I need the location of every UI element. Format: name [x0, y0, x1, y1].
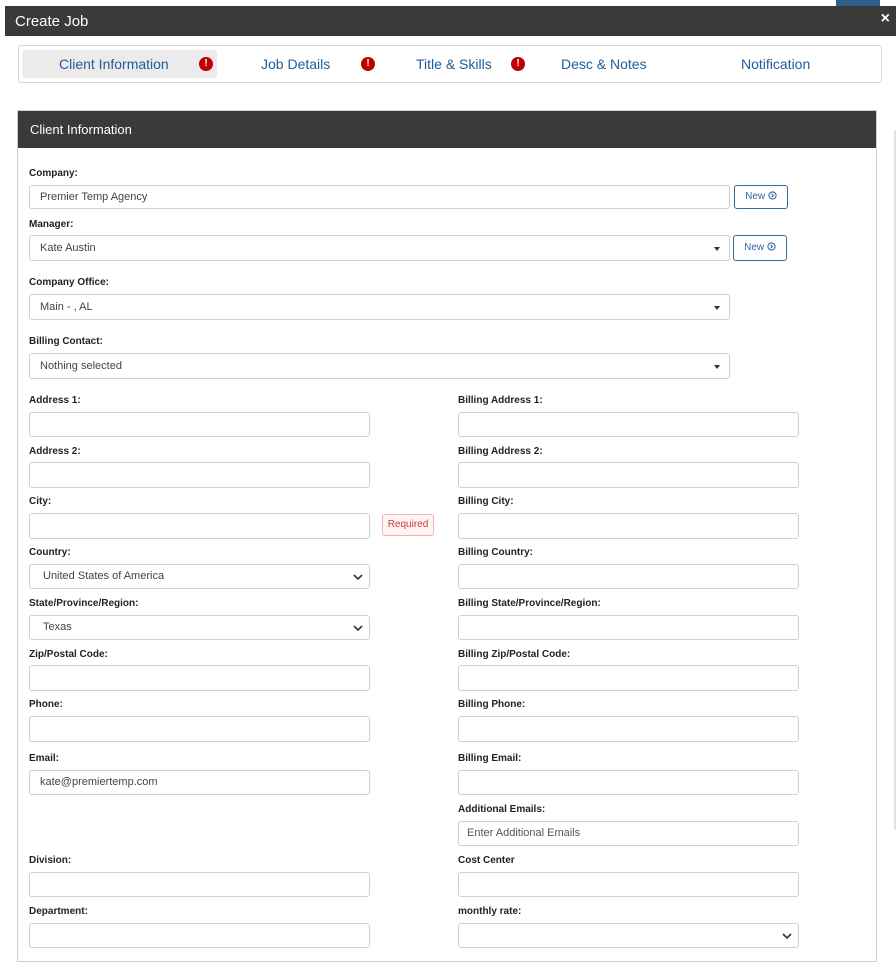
company-label: Company:	[29, 168, 78, 179]
email-label: Email:	[29, 753, 60, 764]
billing-state-label: Billing State/Province/Region:	[458, 598, 601, 609]
billing-address1-label: Billing Address 1:	[458, 395, 543, 406]
state-select[interactable]: Texas	[29, 615, 370, 640]
close-icon[interactable]: ×	[881, 10, 890, 28]
alert-badge-icon: !	[199, 57, 213, 71]
required-tooltip: Required	[382, 514, 434, 536]
city-input[interactable]	[29, 513, 370, 539]
billing-email-input[interactable]	[458, 770, 799, 795]
address1-input[interactable]	[29, 412, 370, 437]
address1-label: Address 1:	[29, 395, 81, 406]
division-label: Division:	[29, 855, 72, 866]
tab-label: Job Details	[261, 56, 331, 72]
email-value: kate@premiertemp.com	[40, 776, 158, 788]
department-input[interactable]	[29, 923, 370, 948]
plus-circle-icon	[768, 191, 777, 200]
billing-address1-input[interactable]	[458, 412, 799, 437]
tab-label: Notification	[741, 56, 811, 72]
address2-input[interactable]	[29, 462, 370, 488]
tab-bar: Client Information ! Job Details ! Title…	[18, 45, 882, 83]
manager-value: Kate Austin	[40, 242, 96, 254]
cost-center-input[interactable]	[458, 872, 799, 897]
billing-contact-value: Nothing selected	[40, 360, 122, 372]
phone-label: Phone:	[29, 699, 63, 710]
billing-city-input[interactable]	[458, 513, 799, 539]
new-label: New	[745, 191, 766, 202]
company-office-select[interactable]: Main - , AL	[29, 294, 730, 320]
billing-contact-select[interactable]: Nothing selected	[29, 353, 730, 379]
tab-notification[interactable]: Notification	[741, 50, 841, 78]
country-label: Country:	[29, 547, 71, 558]
billing-phone-label: Billing Phone:	[458, 699, 526, 710]
chevron-down-icon	[353, 625, 363, 632]
cost-center-label: Cost Center	[458, 855, 515, 866]
tab-client-information[interactable]: Client Information !	[22, 50, 217, 78]
chevron-down-icon	[353, 574, 363, 581]
caret-down-icon	[714, 365, 720, 369]
dialog-titlebar: Create Job ×	[5, 6, 896, 36]
new-company-button[interactable]: New	[734, 185, 788, 209]
panel-header: Client Information	[18, 111, 876, 148]
tab-job-details[interactable]: Job Details !	[259, 50, 384, 78]
billing-zip-input[interactable]	[458, 665, 799, 691]
city-label: City:	[29, 496, 52, 507]
chevron-down-icon	[782, 933, 792, 940]
billing-country-input[interactable]	[458, 564, 799, 589]
state-value: Texas	[43, 621, 72, 633]
country-select[interactable]: United States of America	[29, 564, 370, 589]
plus-circle-icon	[767, 242, 776, 251]
monthly-rate-label: monthly rate:	[458, 906, 522, 917]
tab-title-skills[interactable]: Title & Skills !	[414, 50, 534, 78]
company-office-value: Main - , AL	[40, 301, 93, 313]
new-manager-button[interactable]: New	[733, 235, 787, 261]
country-value: United States of America	[43, 570, 165, 582]
department-label: Department:	[29, 906, 88, 917]
company-value: Premier Temp Agency	[40, 191, 148, 203]
division-input[interactable]	[29, 872, 370, 897]
billing-state-input[interactable]	[458, 615, 799, 640]
billing-contact-label: Billing Contact:	[29, 336, 103, 347]
billing-address2-label: Billing Address 2:	[458, 446, 543, 457]
panel-title: Client Information	[30, 122, 132, 137]
tab-label: Client Information	[59, 56, 169, 72]
manager-select[interactable]: Kate Austin	[29, 235, 730, 261]
zip-input[interactable]	[29, 665, 370, 691]
billing-email-label: Billing Email:	[458, 753, 522, 764]
manager-label: Manager:	[29, 219, 74, 230]
state-label: State/Province/Region:	[29, 598, 139, 609]
billing-country-label: Billing Country:	[458, 547, 533, 558]
monthly-rate-select[interactable]	[458, 923, 799, 948]
phone-input[interactable]	[29, 716, 370, 742]
tab-label: Desc & Notes	[561, 56, 647, 72]
additional-emails-placeholder: Enter Additional Emails	[467, 827, 581, 839]
additional-emails-input[interactable]: Enter Additional Emails	[458, 821, 799, 846]
additional-emails-label: Additional Emails:	[458, 804, 546, 815]
address2-label: Address 2:	[29, 446, 81, 457]
alert-badge-icon: !	[361, 57, 375, 71]
billing-address2-input[interactable]	[458, 462, 799, 488]
tab-desc-notes[interactable]: Desc & Notes	[561, 50, 661, 78]
billing-phone-input[interactable]	[458, 716, 799, 742]
new-label: New	[744, 242, 765, 253]
zip-label: Zip/Postal Code:	[29, 649, 108, 660]
billing-city-label: Billing City:	[458, 496, 514, 507]
alert-badge-icon: !	[511, 57, 525, 71]
company-field[interactable]: Premier Temp Agency	[29, 185, 730, 209]
caret-down-icon	[714, 306, 720, 310]
email-input[interactable]: kate@premiertemp.com	[29, 770, 370, 795]
caret-down-icon	[714, 247, 720, 251]
company-office-label: Company Office:	[29, 277, 110, 288]
tab-label: Title & Skills	[416, 56, 492, 72]
billing-zip-label: Billing Zip/Postal Code:	[458, 649, 571, 660]
dialog-title: Create Job	[15, 13, 89, 30]
